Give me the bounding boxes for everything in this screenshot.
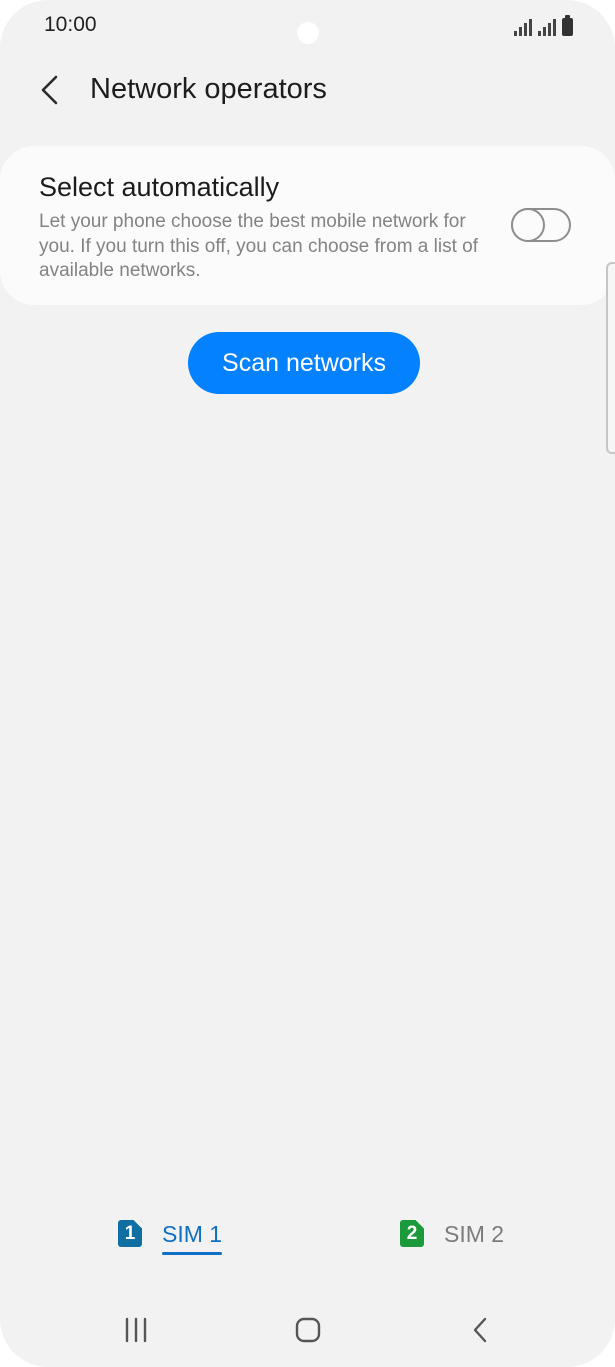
tab-sim-1[interactable]: 1 SIM 1 xyxy=(118,1212,223,1260)
scan-networks-button[interactable]: Scan networks xyxy=(188,332,420,394)
recent-apps-icon xyxy=(125,1317,147,1343)
sim-1-label-wrap: SIM 1 xyxy=(162,1212,223,1255)
select-automatically-setting[interactable]: Select automatically Let your phone choo… xyxy=(0,146,615,305)
battery-icon xyxy=(562,15,573,36)
scrollbar[interactable] xyxy=(606,262,615,454)
select-automatically-description: Let your phone choose the best mobile ne… xyxy=(39,211,478,281)
sim-2-badge-icon: 2 xyxy=(400,1220,424,1247)
signal-sim2-icon xyxy=(538,18,556,36)
recent-apps-button[interactable] xyxy=(112,1306,160,1354)
navigation-bar xyxy=(0,1300,615,1360)
back-chevron-icon xyxy=(473,1317,487,1343)
chevron-left-icon xyxy=(41,75,58,105)
status-icons xyxy=(514,14,573,36)
app-header: Network operators xyxy=(0,60,615,120)
sim-2-label-wrap: SIM 2 xyxy=(444,1212,504,1249)
sim-2-label: SIM 2 xyxy=(444,1221,505,1247)
status-bar: 10:00 xyxy=(0,0,615,54)
toggle-knob xyxy=(511,208,545,242)
home-icon xyxy=(295,1317,321,1343)
active-tab-indicator xyxy=(162,1252,223,1255)
phone-screen: 10:00 Network operators Select automatic… xyxy=(0,0,615,1367)
status-time: 10:00 xyxy=(44,13,97,36)
back-button[interactable] xyxy=(28,68,72,112)
home-button[interactable] xyxy=(284,1306,332,1354)
sim-1-badge-icon: 1 xyxy=(118,1220,142,1247)
nav-back-button[interactable] xyxy=(456,1306,504,1354)
page-title: Network operators xyxy=(90,73,327,105)
select-automatically-title: Select automatically xyxy=(39,172,280,202)
signal-sim1-icon xyxy=(514,18,532,36)
tab-sim-2[interactable]: 2 SIM 2 xyxy=(400,1212,504,1260)
select-automatically-toggle[interactable] xyxy=(511,208,571,242)
sim-1-label: SIM 1 xyxy=(162,1221,223,1247)
camera-cutout xyxy=(297,22,319,44)
